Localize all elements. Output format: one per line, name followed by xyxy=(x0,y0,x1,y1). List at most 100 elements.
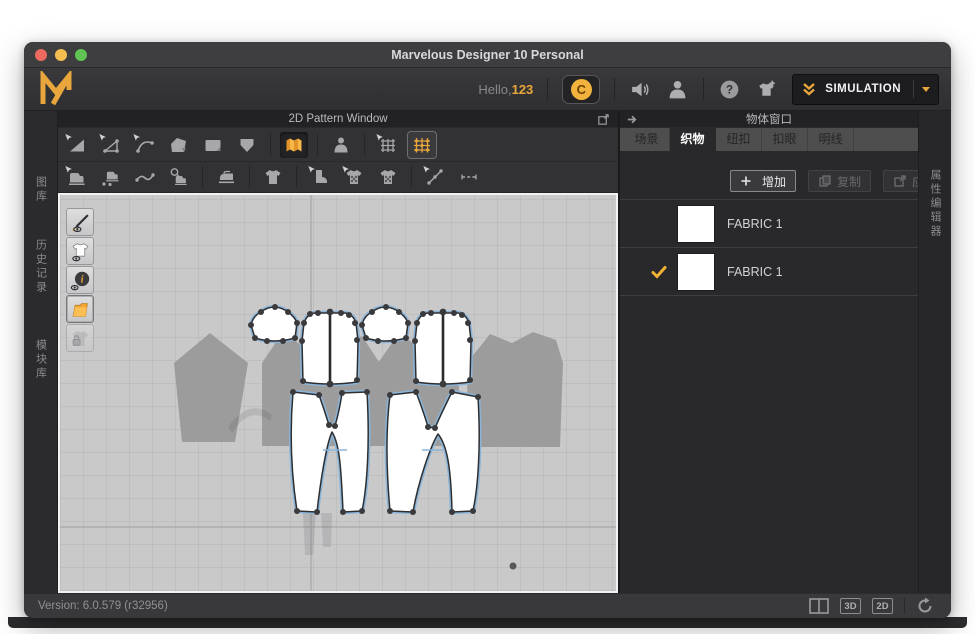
show-pattern-button[interactable] xyxy=(66,295,94,323)
fabric-swatch[interactable] xyxy=(678,254,714,290)
measure-tool[interactable] xyxy=(421,164,449,190)
left-dock-tab-2[interactable]: 历史记录 xyxy=(33,239,49,295)
show-garment-button[interactable] xyxy=(66,237,94,265)
tape-measure-tool[interactable] xyxy=(455,164,483,190)
pattern-toolbar-row1 xyxy=(58,128,618,162)
background-bar xyxy=(8,617,967,628)
dart-tool[interactable] xyxy=(233,132,261,158)
edit-texture-tool[interactable] xyxy=(306,164,334,190)
edit-sewing-tool[interactable] xyxy=(63,164,91,190)
marvelous-designer-logo-icon xyxy=(38,71,74,107)
copy-icon xyxy=(818,174,832,188)
tab-扣眼[interactable]: 扣眼 xyxy=(762,128,808,151)
divider xyxy=(202,166,203,188)
shirt-eye-icon xyxy=(70,241,91,262)
speaker-icon[interactable] xyxy=(629,78,652,101)
fold-arrangement-tool[interactable] xyxy=(280,132,308,158)
texture-tool[interactable] xyxy=(374,164,402,190)
simulation-button[interactable]: SIMULATION xyxy=(792,74,939,105)
pattern-toolbar-row2 xyxy=(58,162,618,193)
plus-icon xyxy=(740,175,752,187)
coin-button[interactable]: C xyxy=(562,75,600,104)
pattern-window-panel: 2D Pattern Window xyxy=(58,111,618,593)
cursor-icon xyxy=(341,165,350,174)
segment-sewing-tool[interactable] xyxy=(97,164,125,190)
edit-pattern-tool[interactable] xyxy=(97,132,125,158)
folder-icon xyxy=(70,299,91,320)
copy-fabric-button[interactable]: 复制 xyxy=(808,170,871,192)
shield-icon xyxy=(237,135,257,155)
transform-texture-tool[interactable] xyxy=(340,164,368,190)
shirt-lock-icon xyxy=(70,328,91,349)
view-3d-button[interactable]: 3D xyxy=(840,598,861,614)
cursor-icon xyxy=(132,133,141,142)
transform-pattern-tool[interactable] xyxy=(63,132,91,158)
rectangle-tool[interactable] xyxy=(199,132,227,158)
pattern-pieces[interactable] xyxy=(60,195,616,591)
divider xyxy=(270,134,271,156)
divider xyxy=(296,166,297,188)
fabric-actions: 增加 复制 应用 xyxy=(730,170,900,192)
tab-场景[interactable]: 场景 xyxy=(624,128,670,151)
iron-tool[interactable] xyxy=(212,164,240,190)
username-label[interactable]: 123 xyxy=(512,82,534,97)
collapse-arrow-icon[interactable] xyxy=(626,113,639,126)
divider xyxy=(703,78,704,100)
grid-transform-tool[interactable] xyxy=(374,132,402,158)
grid-edit-tool[interactable] xyxy=(408,132,436,158)
object-window-panel: 物体窗口 场景织物纽扣扣眼明线 增加 复制 应用 FABRIC 1 FABRIC … xyxy=(618,111,918,593)
polygon-tool[interactable] xyxy=(165,132,193,158)
edit-curvature-tool[interactable] xyxy=(131,132,159,158)
detail-sewing-tool[interactable] xyxy=(165,164,193,190)
window-title: Marvelous Designer 10 Personal xyxy=(24,48,951,62)
pop-out-icon[interactable] xyxy=(597,113,610,126)
double-chevron-down-icon xyxy=(801,81,817,97)
tab-明线[interactable]: 明线 xyxy=(808,128,854,151)
pattern-window-header[interactable]: 2D Pattern Window xyxy=(58,111,618,128)
show-info-button[interactable] xyxy=(66,266,94,294)
refresh-button[interactable] xyxy=(916,597,934,615)
help-icon[interactable] xyxy=(718,78,741,101)
fabric-shirt-tool[interactable] xyxy=(259,164,287,190)
left-dock-tab-3[interactable]: 模块库 xyxy=(33,339,49,381)
tab-纽扣[interactable]: 纽扣 xyxy=(716,128,762,151)
fabric-swatch[interactable] xyxy=(678,206,714,242)
poly-icon xyxy=(169,135,189,155)
canvas-frame xyxy=(58,193,618,593)
property-editor-tab[interactable]: 属性编辑器 xyxy=(927,169,943,239)
stray-point xyxy=(510,563,517,570)
object-window-header[interactable]: 物体窗口 xyxy=(620,111,918,128)
free-sewing-tool[interactable] xyxy=(131,164,159,190)
dropdown-caret-icon[interactable] xyxy=(922,87,930,92)
coin-icon: C xyxy=(571,79,592,100)
pattern-window-title: 2D Pattern Window xyxy=(288,113,387,125)
cursor-icon xyxy=(422,165,431,174)
greeting-label: Hello,123 xyxy=(478,82,533,97)
user-icon[interactable] xyxy=(666,78,689,101)
add-fabric-button[interactable]: 增加 xyxy=(730,170,796,192)
wave-icon xyxy=(135,167,155,187)
split-view-button[interactable] xyxy=(809,598,829,614)
fabric-list-item-2[interactable]: FABRIC 1 xyxy=(620,248,918,296)
right-dock: 属性编辑器 xyxy=(918,111,951,593)
lock-pattern-button[interactable] xyxy=(66,324,94,352)
divider xyxy=(913,80,914,98)
cursor-icon xyxy=(307,165,316,174)
left-dock: 图库历史记录模块库 xyxy=(24,111,58,593)
fabric-name-label: FABRIC 1 xyxy=(727,217,783,231)
show-sewing-button[interactable] xyxy=(66,208,94,236)
divider xyxy=(614,78,615,100)
view-2d-button[interactable]: 2D xyxy=(872,598,893,614)
cursor-icon xyxy=(64,133,73,142)
left-dock-tab-1[interactable]: 图库 xyxy=(33,176,49,204)
pattern-canvas[interactable] xyxy=(60,195,616,591)
divider xyxy=(249,166,250,188)
apply-icon xyxy=(893,174,907,188)
rect-icon xyxy=(203,135,223,155)
tab-织物[interactable]: 织物 xyxy=(670,128,716,151)
arrangement-points-tool[interactable] xyxy=(327,132,355,158)
fabric-list-item-1[interactable]: FABRIC 1 xyxy=(620,200,918,248)
avatar-add-icon[interactable] xyxy=(755,78,778,101)
status-bar: Version: 6.0.579 (r32956) 3D 2D xyxy=(24,593,951,618)
grid-orange-icon xyxy=(412,135,432,155)
